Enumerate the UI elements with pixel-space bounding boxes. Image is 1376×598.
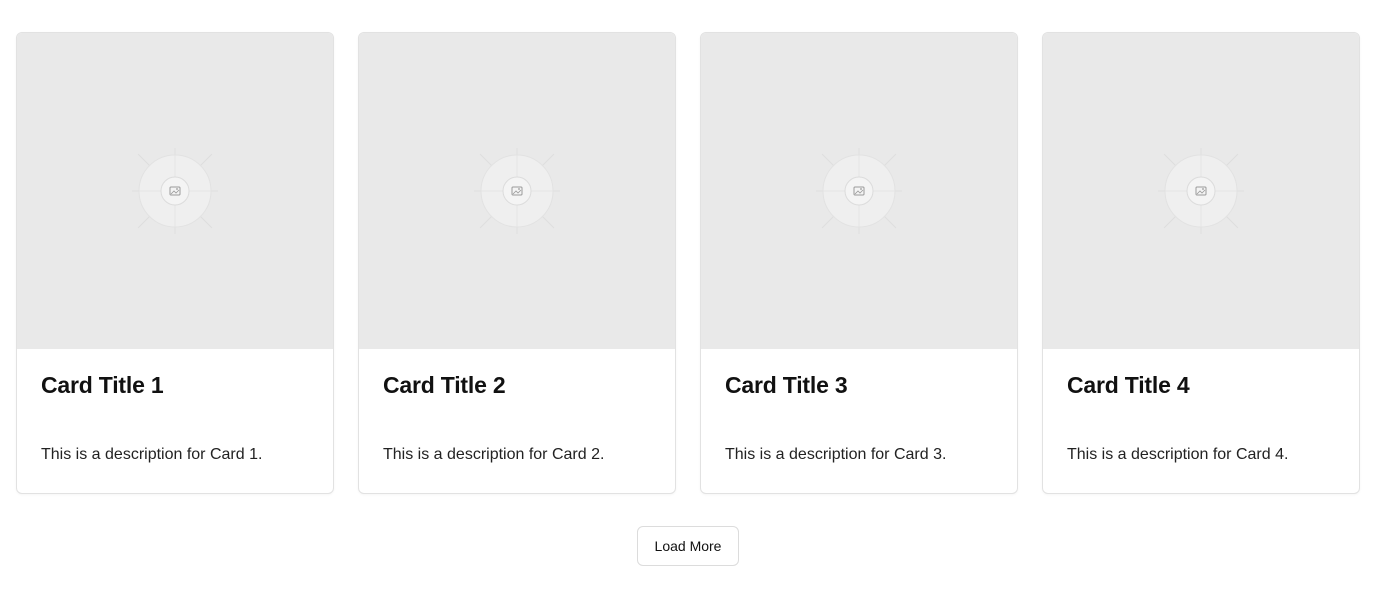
card[interactable]: Card Title 4 This is a description for C… (1042, 32, 1360, 494)
card-grid: Card Title 1 This is a description for C… (16, 32, 1360, 494)
card-image-placeholder (1043, 33, 1359, 349)
image-placeholder-icon (474, 148, 560, 234)
image-placeholder-icon (1158, 148, 1244, 234)
card-title: Card Title 3 (725, 372, 848, 398)
image-placeholder-icon (816, 148, 902, 234)
card-image-placeholder (17, 33, 333, 349)
card-title: Card Title 1 (41, 372, 164, 398)
card[interactable]: Card Title 3 This is a description for C… (700, 32, 1018, 494)
card-title: Card Title 4 (1067, 372, 1190, 398)
card[interactable]: Card Title 2 This is a description for C… (358, 32, 676, 494)
card[interactable]: Card Title 1 This is a description for C… (16, 32, 334, 494)
load-more-button[interactable]: Load More (636, 526, 740, 566)
card-description: This is a description for Card 4. (1067, 446, 1289, 463)
card-image-placeholder (359, 33, 675, 349)
card-image-placeholder (701, 33, 1017, 349)
card-description: This is a description for Card 1. (41, 446, 263, 463)
load-more-container: Load More (0, 526, 1376, 566)
card-description: This is a description for Card 3. (725, 446, 947, 463)
image-placeholder-icon (132, 148, 218, 234)
card-title: Card Title 2 (383, 372, 506, 398)
card-description: This is a description for Card 2. (383, 446, 605, 463)
